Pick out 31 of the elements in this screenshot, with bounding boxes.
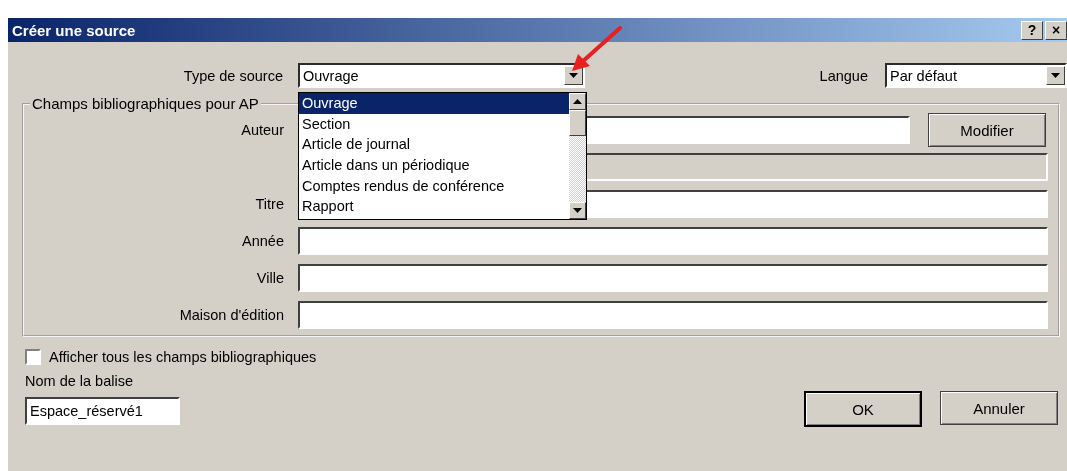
field-label: Ville (255, 270, 284, 286)
caret-icon (1051, 73, 1060, 78)
scroll-down-icon (573, 208, 582, 213)
pointer-arrow-drawing (570, 26, 622, 72)
field-label: Année (241, 233, 284, 249)
scroll-up-icon (573, 99, 582, 104)
caret-icon (569, 73, 578, 78)
field-label: Auteur (240, 122, 284, 138)
field-label: Titre (254, 196, 284, 212)
scrollbar[interactable] (569, 93, 586, 219)
cancel-button[interactable]: Annuler (940, 391, 1058, 425)
list-item[interactable]: Ouvrage (299, 93, 569, 114)
source-type-dropdown[interactable]: Ouvrage (298, 63, 585, 88)
field-label: Langue (819, 67, 868, 84)
input-field[interactable] (298, 301, 1048, 329)
modify-button[interactable]: Modifier (928, 113, 1046, 147)
help-button[interactable]: ? (1021, 20, 1043, 40)
input-field[interactable]: Espace_réservé1 (25, 397, 180, 425)
checkbox-label: Afficher tous les champs bibliographiques (49, 349, 317, 365)
checkbox[interactable] (25, 349, 41, 365)
field-label: Type de source (182, 67, 283, 84)
close-button[interactable]: × (1045, 20, 1067, 40)
field-label: Nom de la balise (25, 373, 134, 389)
language-dropdown[interactable]: Par défaut (885, 63, 1067, 88)
scroll-thumb[interactable] (569, 110, 586, 136)
group-title: Champs bibliographiques pour AP (31, 95, 260, 112)
input-field[interactable] (298, 264, 1048, 292)
input-field[interactable] (298, 227, 1048, 255)
field-label: Maison d'édition (178, 307, 284, 323)
window-title: Créer une source (12, 21, 136, 39)
ok-button[interactable]: OK (804, 391, 922, 427)
